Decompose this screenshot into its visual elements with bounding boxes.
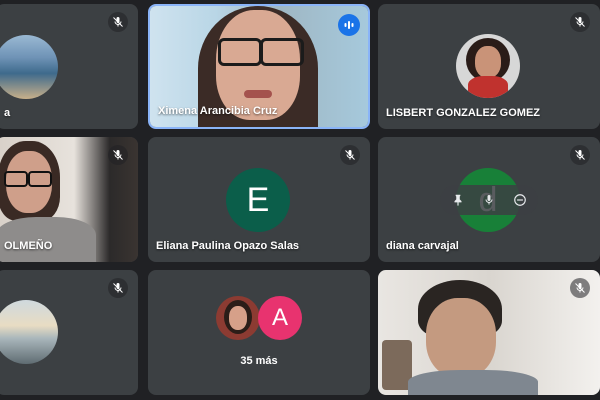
mic-off-icon <box>108 278 128 298</box>
avatar <box>0 300 58 364</box>
mic-off-icon <box>570 145 590 165</box>
participant-name: Eliana Paulina Opazo Salas <box>156 240 300 252</box>
mic-off-icon <box>570 12 590 32</box>
avatar-initial: A <box>258 296 302 340</box>
more-participants-label: 35 más <box>240 355 278 367</box>
participant-tile-5[interactable]: E Eliana Paulina Opazo Salas <box>148 137 370 262</box>
participant-name: OLMEÑO <box>4 240 53 252</box>
avatar <box>216 296 260 340</box>
participant-tile-2[interactable]: Ximena Arancibia Cruz <box>148 4 370 129</box>
participant-name: LISBERT GONZALEZ GOMEZ <box>386 107 540 119</box>
mic-off-icon <box>108 145 128 165</box>
avatar <box>0 35 58 99</box>
mic-off-icon <box>570 278 590 298</box>
mic-off-icon <box>108 12 128 32</box>
participant-name: a <box>4 107 11 119</box>
participant-name: Ximena Arancibia Cruz <box>158 105 278 117</box>
tile-hover-controls <box>440 185 538 215</box>
pin-icon[interactable] <box>448 190 468 210</box>
mute-participant-icon[interactable] <box>479 190 499 210</box>
avatar-initial: E <box>226 168 290 232</box>
participant-tile-3[interactable]: LISBERT GONZALEZ GOMEZ <box>378 4 600 129</box>
participant-tile-1[interactable]: a <box>0 4 138 129</box>
participant-name: diana carvajal <box>386 240 459 252</box>
participant-tile-7[interactable] <box>0 270 138 395</box>
more-participants-tile[interactable]: A 35 más <box>148 270 370 395</box>
avatar <box>456 34 520 98</box>
video-feed <box>378 270 600 395</box>
participant-tile-9[interactable] <box>378 270 600 395</box>
participant-tile-4[interactable]: OLMEÑO <box>0 137 138 262</box>
mic-off-icon <box>340 145 360 165</box>
audio-bars-icon <box>338 14 360 36</box>
minus-circle-icon[interactable] <box>510 190 530 210</box>
